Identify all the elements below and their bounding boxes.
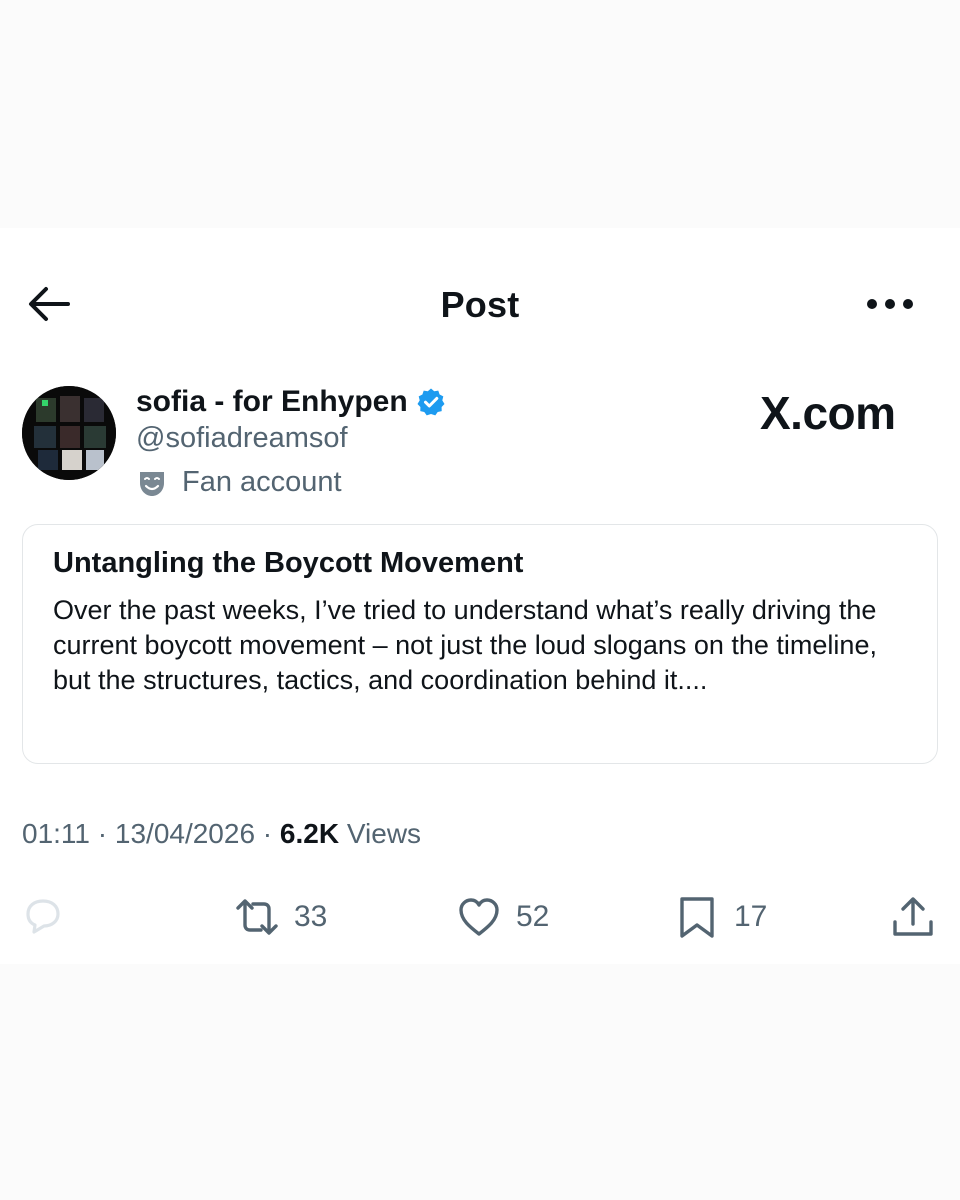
post-card: Post sofia - for Enhypen @sofiadreamsof … [0,228,960,964]
article-card[interactable]: Untangling the Boycott Movement Over the… [22,524,938,764]
meta-separator: · [255,818,280,849]
article-preview: Over the past weeks, I’ve tried to under… [53,595,877,695]
repost-button[interactable]: 33 [234,892,327,942]
reply-button[interactable] [20,892,66,942]
author-handle[interactable]: @sofiadreamsof [136,422,348,455]
post-time[interactable]: 01:11 [22,818,90,849]
bookmark-icon [680,897,714,938]
brand-watermark: X.com [760,387,896,439]
share-icon [893,897,933,936]
top-background [0,0,960,228]
avatar-image [22,386,116,480]
heart-icon [459,898,499,936]
page-title: Post [440,284,520,325]
like-button[interactable]: 52 [456,892,549,942]
post-meta: 01:11 · 13/04/2026 · 6.2K Views [22,818,421,850]
verified-badge-icon [417,388,445,416]
bookmark-button[interactable]: 17 [674,892,767,942]
views-count: 6.2K [279,818,340,849]
post-header: Post [0,228,960,378]
post-date[interactable]: 13/04/2026 [115,818,255,849]
account-label-text: Fan account [182,466,342,498]
author-name-row[interactable]: sofia - for Enhypen [136,382,446,422]
account-label: Fan account [136,466,342,499]
like-count: 52 [516,900,550,933]
more-options-button[interactable] [862,284,918,324]
repost-count: 33 [294,900,328,933]
author-name[interactable]: sofia - for Enhypen [136,385,408,419]
meta-separator: · [90,818,115,849]
repost-icon [236,899,278,935]
avatar[interactable] [22,386,116,480]
bookmark-count: 17 [734,900,768,933]
article-title: Untangling the Boycott Movement [53,547,524,579]
share-button[interactable] [890,892,936,942]
theater-mask-icon [140,471,164,496]
action-bar: 33 52 17 [0,888,960,948]
views-label: Views [339,818,422,849]
reply-icon [26,899,60,934]
more-horizontal-icon [867,299,913,309]
